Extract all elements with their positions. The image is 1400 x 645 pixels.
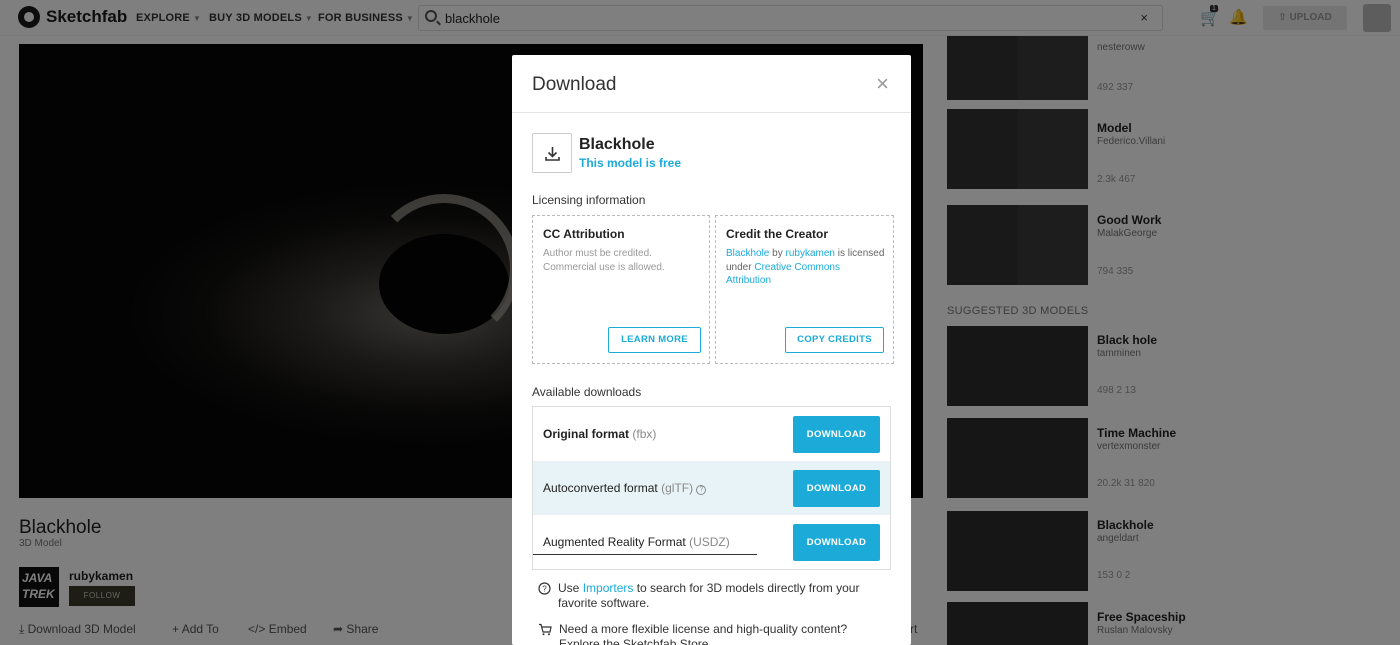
- downloads-list: Original format (fbx) DOWNLOAD Autoconve…: [532, 406, 891, 570]
- store-tip-line1: Need a more flexible license and high-qu…: [559, 622, 848, 636]
- row-underline: [533, 554, 757, 555]
- format-name: Original format: [543, 427, 630, 441]
- tip-pre: Use: [558, 581, 583, 595]
- importers-link[interactable]: Importers: [583, 581, 634, 595]
- download-button-gltf[interactable]: DOWNLOAD: [793, 470, 880, 507]
- download-arrow-icon: [545, 147, 560, 161]
- download-modal: Download × Blackhole This model is free …: [512, 55, 911, 645]
- store-tip-text: Need a more flexible license and high-qu…: [559, 622, 889, 645]
- author-link[interactable]: rubykamen: [785, 248, 834, 259]
- model-free-label: This model is free: [579, 156, 682, 170]
- license-title: CC Attribution: [543, 227, 625, 241]
- licensing-heading: Licensing information: [532, 193, 646, 207]
- available-downloads-heading: Available downloads: [532, 385, 642, 399]
- store-link[interactable]: Explore the Sketchfab Store: [559, 637, 708, 645]
- modal-title: Download: [532, 74, 617, 95]
- format-ext: (fbx): [632, 427, 657, 441]
- download-row-usdz: Augmented Reality Format (USDZ) DOWNLOAD: [533, 515, 890, 569]
- cart-icon: [538, 623, 552, 640]
- download-row-gltf: Autoconverted format (glTF) ? DOWNLOAD: [533, 461, 890, 515]
- modal-model-name: Blackhole: [579, 136, 655, 153]
- learn-more-button[interactable]: LEARN MORE: [608, 327, 701, 353]
- credit-creator-card: Credit the Creator Blackhole by rubykame…: [715, 215, 894, 364]
- download-row-original: Original format (fbx) DOWNLOAD: [533, 407, 890, 461]
- format-label: Augmented Reality Format (USDZ): [543, 535, 730, 549]
- format-label: Autoconverted format (glTF) ?: [543, 481, 707, 495]
- importers-tip-text: Use Importers to search for 3D models di…: [558, 581, 888, 611]
- credit-title: Credit the Creator: [726, 227, 829, 241]
- format-ext: (USDZ): [689, 535, 730, 549]
- format-ext: (glTF): [661, 481, 694, 495]
- format-label: Original format (fbx): [543, 427, 656, 441]
- question-circle-icon: ?: [538, 582, 551, 599]
- download-button-original[interactable]: DOWNLOAD: [793, 416, 880, 453]
- format-name: Augmented Reality Format: [543, 535, 686, 549]
- download-icon: [532, 133, 572, 173]
- license-card: CC Attribution Author must be credited. …: [532, 215, 710, 364]
- copy-credits-button[interactable]: COPY CREDITS: [785, 327, 884, 353]
- model-link[interactable]: Blackhole: [726, 248, 769, 259]
- help-icon[interactable]: ?: [696, 485, 707, 495]
- credit-by: by: [769, 248, 786, 259]
- modal-header: Download ×: [512, 55, 911, 113]
- credit-text: Blackhole by rubykamen is licensed under…: [726, 247, 886, 288]
- format-name: Autoconverted format: [543, 481, 658, 495]
- close-icon[interactable]: ×: [876, 73, 889, 95]
- license-description: Author must be credited. Commercial use …: [543, 248, 665, 273]
- download-button-usdz[interactable]: DOWNLOAD: [793, 524, 880, 561]
- svg-text:?: ?: [542, 585, 547, 594]
